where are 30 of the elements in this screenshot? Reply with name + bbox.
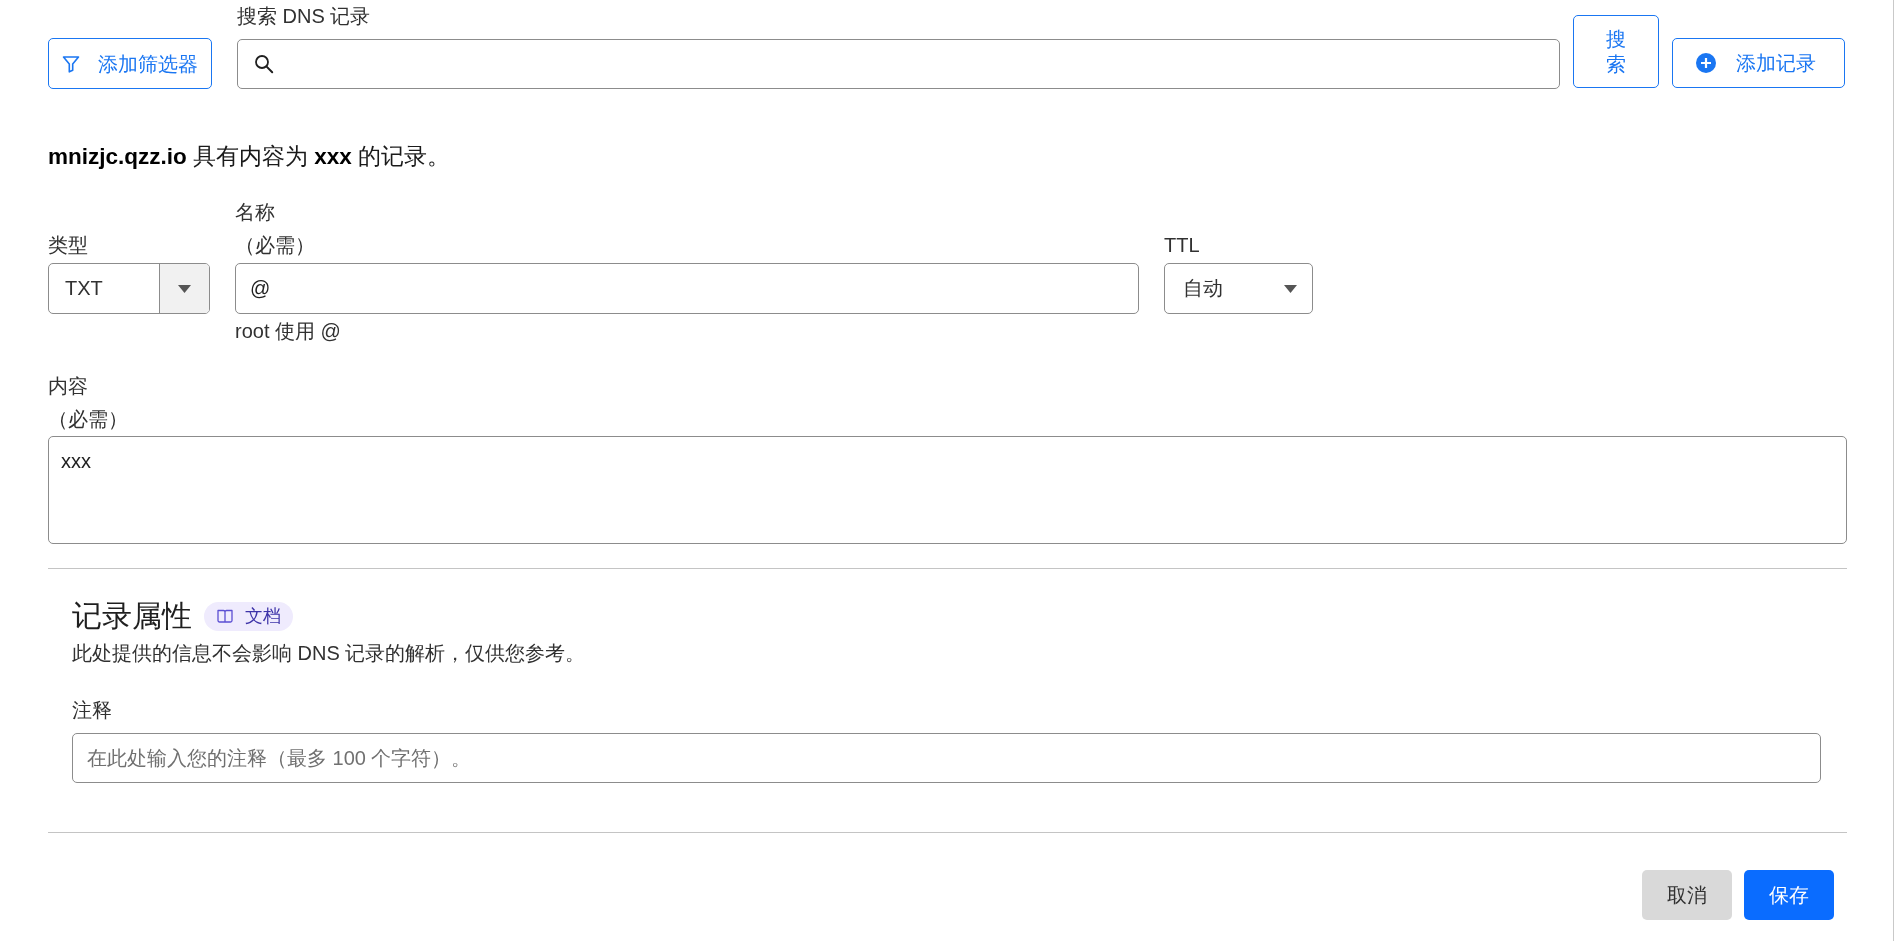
required-label: （必需） bbox=[235, 233, 315, 257]
docs-badge[interactable]: 文档 bbox=[204, 601, 293, 631]
type-select[interactable]: TXT bbox=[48, 263, 210, 314]
cancel-button[interactable]: 取消 bbox=[1642, 870, 1732, 920]
search-icon bbox=[254, 54, 274, 74]
required-label: （必需） bbox=[48, 407, 128, 431]
search-button[interactable]: 搜索 bbox=[1573, 15, 1659, 88]
record-summary: mnizjc.qzz.io 具有内容为 xxx 的记录。 bbox=[48, 143, 452, 171]
caret-icon bbox=[178, 284, 191, 293]
search-field[interactable] bbox=[237, 39, 1560, 89]
field-label: 搜索 DNS 记录 bbox=[237, 4, 372, 28]
filter-icon bbox=[62, 54, 80, 73]
field-label: 名称 bbox=[235, 200, 275, 224]
field-label: TTL bbox=[1164, 233, 1200, 257]
ttl-select[interactable]: 自动 bbox=[1164, 263, 1313, 314]
field-label: 注释 bbox=[72, 698, 113, 722]
comment-field[interactable]: 在此处输入您的注释（最多 100 个字符）。 bbox=[72, 733, 1821, 783]
add-record-button[interactable]: 添加记录 bbox=[1672, 38, 1845, 88]
description-text: 此处提供的信息不会影响 DNS 记录的解析，仅供您参考。 bbox=[72, 641, 587, 665]
content-field[interactable]: xxx bbox=[48, 436, 1847, 544]
field-label: 内容 bbox=[48, 374, 88, 398]
hint-text: root 使用 @ bbox=[235, 319, 342, 343]
filter-button[interactable]: 添加筛选器 bbox=[48, 38, 212, 89]
name-field[interactable]: @ bbox=[235, 263, 1139, 314]
caret-icon bbox=[1284, 284, 1297, 293]
plus-circle-icon bbox=[1695, 53, 1716, 73]
section-title: 记录属性 bbox=[72, 598, 192, 634]
book-icon bbox=[216, 609, 233, 623]
save-button[interactable]: 保存 bbox=[1744, 870, 1834, 920]
field-label: 类型 bbox=[48, 233, 88, 257]
